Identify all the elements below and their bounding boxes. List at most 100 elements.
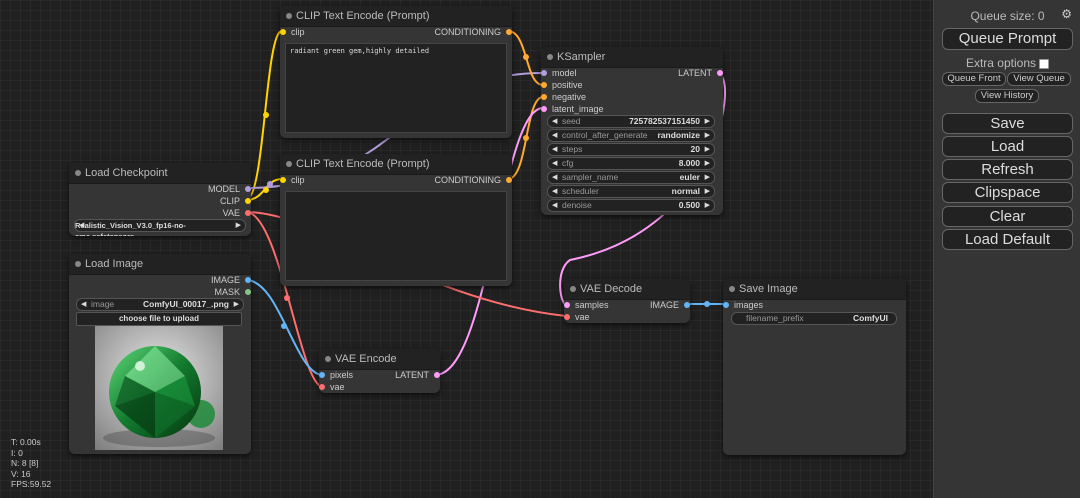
image-output-slot[interactable]: IMAGE: [650, 299, 690, 311]
control-after-generate-widget[interactable]: ◀ control_after_generate randomize ▶: [547, 129, 715, 142]
node-title[interactable]: CLIP Text Encode (Prompt): [280, 6, 512, 27]
queue-prompt-button[interactable]: Queue Prompt: [942, 28, 1073, 50]
mask-output-slot[interactable]: MASK: [214, 286, 251, 298]
node-title[interactable]: KSampler: [541, 47, 723, 68]
load-checkpoint-node[interactable]: Load Checkpoint MODEL CLIP VAE ◀ Realist…: [69, 163, 251, 236]
clip-output-dot-icon[interactable]: [245, 198, 251, 204]
ckpt-name-combo[interactable]: ◀ Realistic_Vision_V3.0_fp16-no-ema.safe…: [74, 219, 246, 236]
queue-front-button[interactable]: Queue Front: [942, 72, 1006, 86]
clip-text-encode-node-2[interactable]: CLIP Text Encode (Prompt) clip CONDITION…: [280, 154, 512, 286]
conditioning-output-slot[interactable]: CONDITIONING: [435, 26, 512, 38]
vae-input-slot[interactable]: vae: [319, 381, 345, 393]
node-title[interactable]: Save Image: [723, 279, 906, 300]
ksampler-node[interactable]: KSampler model positive negative latent_…: [541, 47, 723, 215]
view-history-button[interactable]: View History: [975, 89, 1039, 103]
latent-output-dot-icon[interactable]: [434, 372, 440, 378]
arrow-right-icon[interactable]: ▶: [705, 186, 710, 197]
steps-widget[interactable]: ◀ steps 20 ▶: [547, 143, 715, 156]
latent-output-dot-icon[interactable]: [717, 70, 723, 76]
arrow-left-icon[interactable]: ◀: [81, 299, 86, 310]
gear-icon[interactable]: ⚙: [1061, 7, 1072, 21]
conditioning-output-dot-icon[interactable]: [506, 177, 512, 183]
arrow-left-icon[interactable]: ◀: [552, 116, 557, 127]
collapse-dot-icon[interactable]: [286, 13, 292, 19]
choose-file-button[interactable]: choose file to upload: [76, 312, 242, 326]
collapse-dot-icon[interactable]: [75, 170, 81, 176]
clip-input-dot-icon[interactable]: [280, 177, 286, 183]
conditioning-output-slot[interactable]: CONDITIONING: [435, 174, 512, 186]
collapse-dot-icon[interactable]: [325, 356, 331, 362]
clear-button[interactable]: Clear: [942, 206, 1073, 227]
arrow-left-icon[interactable]: ◀: [552, 130, 557, 141]
positive-input-slot[interactable]: positive: [541, 79, 583, 91]
negative-input-dot-icon[interactable]: [541, 94, 547, 100]
pixels-input-slot[interactable]: pixels: [319, 369, 353, 381]
arrow-left-icon[interactable]: ◀: [552, 158, 557, 169]
seed-widget[interactable]: ◀ seed 725782537151450 ▶: [547, 115, 715, 128]
save-image-node[interactable]: Save Image images filename_prefix ComfyU…: [723, 279, 906, 455]
arrow-left-icon[interactable]: ◀: [552, 200, 557, 211]
arrow-right-icon[interactable]: ▶: [236, 220, 241, 231]
negative-input-slot[interactable]: negative: [541, 91, 586, 103]
extra-options-checkbox[interactable]: [1039, 58, 1050, 69]
view-queue-button[interactable]: View Queue: [1007, 72, 1071, 86]
latent-output-slot[interactable]: LATENT: [395, 369, 440, 381]
latent-image-input-slot[interactable]: latent_image: [541, 103, 604, 115]
collapse-dot-icon[interactable]: [570, 286, 576, 292]
load-image-node[interactable]: Load Image IMAGE MASK ◀ image ComfyUI_00…: [69, 254, 251, 454]
load-default-button[interactable]: Load Default: [942, 229, 1073, 250]
prompt-textarea[interactable]: [285, 191, 507, 281]
clip-text-encode-node-1[interactable]: CLIP Text Encode (Prompt) clip CONDITION…: [280, 6, 512, 138]
collapse-dot-icon[interactable]: [286, 161, 292, 167]
clipspace-button[interactable]: Clipspace: [942, 182, 1073, 203]
latent-output-slot[interactable]: LATENT: [678, 67, 723, 79]
arrow-right-icon[interactable]: ▶: [705, 158, 710, 169]
vae-input-dot-icon[interactable]: [319, 384, 325, 390]
arrow-right-icon[interactable]: ▶: [705, 130, 710, 141]
clip-input-slot[interactable]: clip: [280, 26, 305, 38]
images-input-slot[interactable]: images: [723, 299, 763, 311]
positive-input-dot-icon[interactable]: [541, 82, 547, 88]
arrow-left-icon[interactable]: ◀: [552, 144, 557, 155]
arrow-left-icon[interactable]: ◀: [552, 186, 557, 197]
clip-input-dot-icon[interactable]: [280, 29, 286, 35]
load-button[interactable]: Load: [942, 136, 1073, 157]
clip-input-slot[interactable]: clip: [280, 174, 305, 186]
image-combo[interactable]: ◀ image ComfyUI_00017_.png ▶: [76, 298, 244, 311]
vae-output-dot-icon[interactable]: [245, 210, 251, 216]
node-title[interactable]: Load Image: [69, 254, 251, 275]
prompt-textarea[interactable]: radiant green gem,highly detailed: [285, 43, 507, 133]
images-input-dot-icon[interactable]: [723, 302, 729, 308]
image-output-dot-icon[interactable]: [245, 277, 251, 283]
collapse-dot-icon[interactable]: [547, 54, 553, 60]
collapse-dot-icon[interactable]: [729, 286, 735, 292]
vae-input-slot[interactable]: vae: [564, 311, 590, 323]
model-input-dot-icon[interactable]: [541, 70, 547, 76]
samples-input-dot-icon[interactable]: [564, 302, 570, 308]
samples-input-slot[interactable]: samples: [564, 299, 609, 311]
arrow-right-icon[interactable]: ▶: [234, 299, 239, 310]
image-output-dot-icon[interactable]: [684, 302, 690, 308]
vae-input-dot-icon[interactable]: [564, 314, 570, 320]
arrow-right-icon[interactable]: ▶: [705, 172, 710, 183]
node-title[interactable]: Load Checkpoint: [69, 163, 251, 184]
arrow-right-icon[interactable]: ▶: [705, 144, 710, 155]
vae-decode-node[interactable]: VAE Decode samples vae IMAGE: [564, 279, 690, 323]
image-output-slot[interactable]: IMAGE: [211, 274, 251, 286]
sampler-name-widget[interactable]: ◀ sampler_name euler ▶: [547, 171, 715, 184]
model-output-dot-icon[interactable]: [245, 186, 251, 192]
pixels-input-dot-icon[interactable]: [319, 372, 325, 378]
refresh-button[interactable]: Refresh: [942, 159, 1073, 180]
scheduler-widget[interactable]: ◀ scheduler normal ▶: [547, 185, 715, 198]
model-output-slot[interactable]: MODEL: [208, 183, 251, 195]
arrow-right-icon[interactable]: ▶: [705, 200, 710, 211]
node-title[interactable]: VAE Encode: [319, 349, 440, 370]
filename-prefix-widget[interactable]: filename_prefix ComfyUI: [731, 312, 897, 325]
conditioning-output-dot-icon[interactable]: [506, 29, 512, 35]
model-input-slot[interactable]: model: [541, 67, 577, 79]
node-title[interactable]: CLIP Text Encode (Prompt): [280, 154, 512, 175]
collapse-dot-icon[interactable]: [75, 261, 81, 267]
denoise-widget[interactable]: ◀ denoise 0.500 ▶: [547, 199, 715, 212]
latent-input-dot-icon[interactable]: [541, 106, 547, 112]
arrow-right-icon[interactable]: ▶: [705, 116, 710, 127]
